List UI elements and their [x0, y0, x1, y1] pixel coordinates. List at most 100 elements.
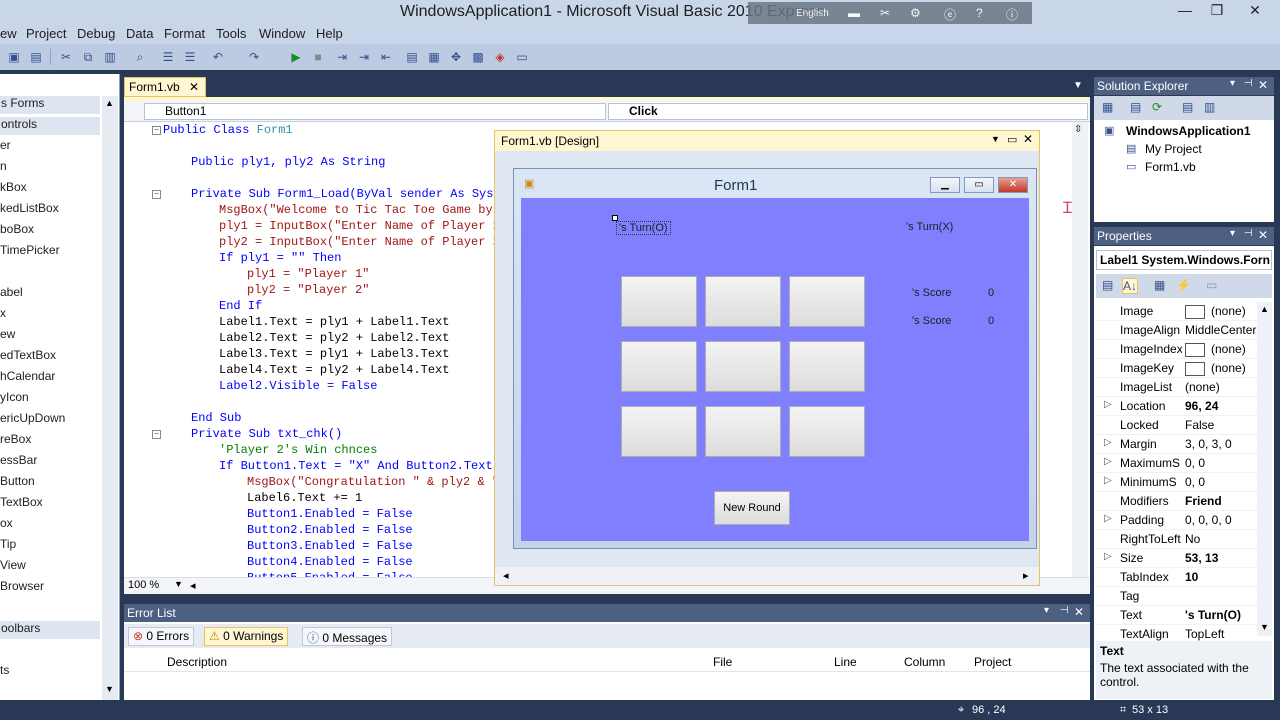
refresh-icon[interactable]: ⟳	[1152, 100, 1162, 114]
view-designer-icon[interactable]: ▥	[1204, 100, 1215, 114]
editor-vertical-scrollbar[interactable]: ⇳	[1072, 122, 1088, 577]
form-close-button[interactable]: ✕	[998, 177, 1028, 193]
property-value[interactable]: (none)	[1185, 361, 1246, 376]
pin-icon[interactable]: ⊣	[1244, 228, 1253, 239]
object-browser-icon[interactable]: ▩	[470, 49, 486, 65]
close-icon[interactable]: ✕	[1023, 132, 1033, 146]
game-button-3[interactable]	[789, 276, 865, 327]
property-value[interactable]: No	[1185, 532, 1200, 546]
menu-debug[interactable]: Debug	[77, 26, 115, 41]
dropdown-icon[interactable]: ▾	[1230, 228, 1235, 239]
stop-icon[interactable]: ■	[310, 49, 326, 65]
toolbox-item[interactable]: Tip	[0, 537, 16, 551]
toolbox-item[interactable]: ericUpDown	[0, 411, 65, 425]
dropdown-icon[interactable]: ▾	[1044, 605, 1049, 616]
code-line[interactable]: Button1.Enabled = False	[247, 506, 413, 522]
step-out-icon[interactable]: ⇤	[378, 49, 394, 65]
solution-explorer-icon[interactable]: ▤	[404, 49, 420, 65]
code-line[interactable]: End If	[219, 298, 262, 314]
column-project[interactable]: Project	[974, 655, 1011, 669]
column-description[interactable]: Description	[167, 655, 227, 669]
menu-window[interactable]: Window	[259, 26, 305, 41]
code-line[interactable]: MsgBox("Congratulation " & ply2 & "	[247, 474, 494, 490]
code-line[interactable]: Label2.Text = ply2 + Label2.Text	[219, 330, 449, 346]
code-line[interactable]: Label2.Visible = False	[219, 378, 377, 394]
zoom-level[interactable]: 100 %	[128, 579, 159, 591]
tool-icon[interactable]: ✂	[880, 6, 890, 20]
designer-title-bar[interactable]: Form1.vb [Design] ▼ ▭ ✕	[495, 131, 1039, 151]
code-line[interactable]: Label1.Text = ply1 + Label1.Text	[219, 314, 449, 330]
help-icon[interactable]: ?	[976, 6, 983, 20]
dropdown-icon[interactable]: ▼	[991, 134, 1000, 144]
scroll-up-icon[interactable]: ▲	[105, 98, 114, 108]
scroll-up-icon[interactable]: ▲	[1260, 304, 1269, 314]
redo-icon[interactable]: ↷	[246, 49, 262, 65]
property-value[interactable]: 0, 0, 0, 0	[1185, 513, 1232, 527]
menu-format[interactable]: Format	[164, 26, 205, 41]
menu-project[interactable]: Project	[26, 26, 66, 41]
property-value[interactable]: 10	[1185, 570, 1198, 584]
property-row[interactable]: ▷ Padding 0, 0, 0, 0	[1096, 511, 1258, 530]
code-line[interactable]: ply1 = "Player 1"	[247, 266, 369, 282]
code-line[interactable]: Private Sub Form1_Load(ByVal sender As S…	[191, 186, 494, 202]
game-button-5[interactable]	[705, 341, 781, 392]
new-project-icon[interactable]: ▣	[6, 49, 22, 65]
label-turn-o[interactable]: 's Turn(O)	[616, 221, 671, 235]
toolbox-item[interactable]: abel	[0, 285, 23, 299]
maximize-button[interactable]: ❐	[1202, 0, 1232, 20]
toolbox-item[interactable]: essBar	[0, 453, 37, 467]
property-row[interactable]: ▷ Size 53, 13	[1096, 549, 1258, 568]
menu-help[interactable]: Help	[316, 26, 343, 41]
column-line[interactable]: Line	[834, 655, 857, 669]
property-row[interactable]: ▷ Location 96, 24	[1096, 397, 1258, 416]
toolbox-item[interactable]: er	[0, 138, 11, 152]
copy-icon[interactable]: ⧉	[80, 49, 96, 65]
property-row[interactable]: ▷ Margin 3, 0, 3, 0	[1096, 435, 1258, 454]
code-line[interactable]: Button3.Enabled = False	[247, 538, 413, 554]
toolbox-item[interactable]: hCalendar	[0, 369, 55, 383]
property-value[interactable]: False	[1185, 418, 1214, 432]
property-pages-icon[interactable]: ▭	[1206, 278, 1217, 292]
ie-icon[interactable]: ⓔ	[944, 6, 956, 23]
alphabetical-icon[interactable]: A↓	[1122, 278, 1139, 294]
code-line[interactable]: Button4.Enabled = False	[247, 554, 413, 570]
form-minimize-button[interactable]: ▁	[930, 177, 960, 193]
split-icon[interactable]: ⇳	[1074, 124, 1082, 135]
expand-icon[interactable]: ▷	[1104, 456, 1112, 467]
game-button-9[interactable]	[789, 406, 865, 457]
start-page-icon[interactable]: ▭	[514, 49, 530, 65]
show-all-files-icon[interactable]: ▤	[1130, 100, 1141, 114]
minimize-button[interactable]: —	[1170, 0, 1200, 20]
code-line[interactable]: ply2 = "Player 2"	[247, 282, 369, 298]
expand-icon[interactable]: ▷	[1104, 513, 1112, 524]
warnings-filter-button[interactable]: ⚠ 0 Warnings	[204, 627, 289, 646]
property-value[interactable]: 96, 24	[1185, 399, 1218, 413]
property-value[interactable]: 0, 0	[1185, 456, 1205, 470]
undo-icon[interactable]: ↶	[210, 49, 226, 65]
event-combo[interactable]: Click	[608, 103, 1088, 120]
property-row[interactable]: ImageKey (none)	[1096, 359, 1258, 378]
properties-scrollbar[interactable]: ▲ ▼	[1257, 302, 1272, 636]
game-button-8[interactable]	[705, 406, 781, 457]
scroll-left-icon[interactable]: ◂	[503, 569, 509, 582]
messages-filter-button[interactable]: ⓘ 0 Messages	[302, 627, 393, 646]
toolbox-item[interactable]: TextBox	[0, 495, 43, 509]
property-value[interactable]: 3, 0, 3, 0	[1185, 437, 1232, 451]
view-code-icon[interactable]: ▤	[1182, 100, 1193, 114]
toolbox-icon[interactable]: ✥	[448, 49, 464, 65]
toolbox-item[interactable]: reBox	[0, 432, 31, 446]
tab-close-icon[interactable]: ✕	[189, 80, 199, 94]
property-row[interactable]: Tag	[1096, 587, 1258, 606]
close-button[interactable]: ✕	[1240, 0, 1270, 20]
code-line[interactable]: Button2.Enabled = False	[247, 522, 413, 538]
code-line[interactable]: Public ply1, ply2 As String	[191, 154, 385, 170]
property-row[interactable]: Text 's Turn(O)	[1096, 606, 1258, 625]
property-row[interactable]: Locked False	[1096, 416, 1258, 435]
toolbox-item[interactable]: yIcon	[0, 390, 29, 404]
property-value[interactable]: 0, 0	[1185, 475, 1205, 489]
toolbox-item[interactable]: kBox	[0, 180, 27, 194]
new-round-button[interactable]: New Round	[714, 491, 790, 525]
pen-icon[interactable]: ▬	[848, 6, 860, 20]
step-into-icon[interactable]: ⇥	[334, 49, 350, 65]
column-column[interactable]: Column	[904, 655, 945, 669]
